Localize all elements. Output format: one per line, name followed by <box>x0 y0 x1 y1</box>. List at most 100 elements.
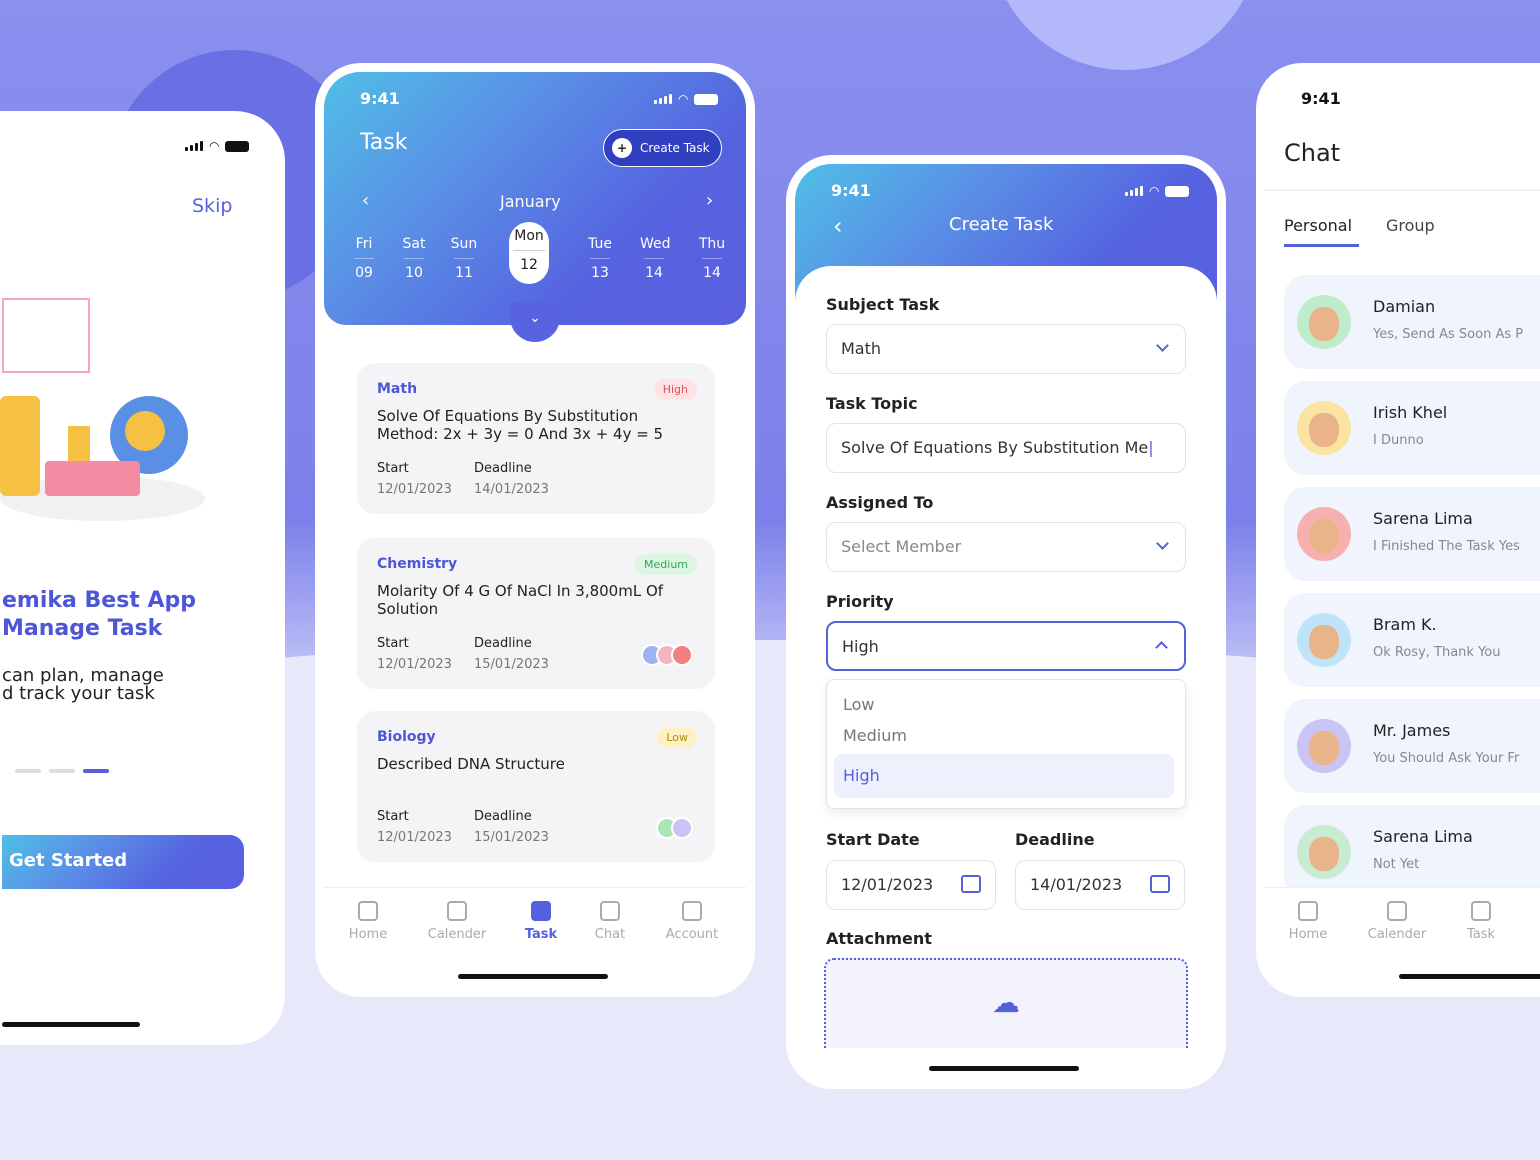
nav-label: Calender <box>427 927 487 942</box>
contact-name: Sarena Lima <box>1373 827 1473 846</box>
page-title: Chat <box>1284 139 1341 167</box>
input-value: 14/01/2023 <box>1030 875 1123 894</box>
chat-list-item[interactable]: Bram K. Ok Rosy, Thank You <box>1284 593 1540 687</box>
back-icon[interactable]: ‹ <box>833 212 843 240</box>
day-sep <box>644 258 664 259</box>
day-sep <box>513 250 545 251</box>
task-card[interactable]: Chemistry Medium Molarity Of 4 G Of NaCl… <box>357 538 715 689</box>
avatar <box>1297 295 1351 349</box>
chat-list-item[interactable]: Damian Yes, Send As Soon As P <box>1284 275 1540 369</box>
avatar <box>1297 719 1351 773</box>
option-medium[interactable]: Medium <box>843 726 907 745</box>
topic-input[interactable]: Solve Of Equations By Substitution Me| <box>826 423 1186 473</box>
chat-list-item[interactable]: Mr. James You Should Ask Your Fr <box>1284 699 1540 793</box>
calendar-icon[interactable] <box>1150 875 1170 893</box>
deadline-input[interactable]: 14/01/2023 <box>1015 860 1185 910</box>
task-subject: Chemistry <box>377 556 458 572</box>
day-thu[interactable]: Thu 14 <box>698 236 726 281</box>
day-fri[interactable]: Fri 09 <box>350 236 378 281</box>
create-task-button[interactable]: + Create Task <box>603 129 722 167</box>
task-subject: Math <box>377 381 418 397</box>
nav-task[interactable]: Task <box>1441 901 1521 942</box>
priority-badge: Medium <box>635 554 697 575</box>
nav-account[interactable]: Account <box>652 901 732 942</box>
cloud-upload-icon: ☁ <box>992 986 1020 1019</box>
task-icon <box>531 901 551 921</box>
nav-calender[interactable]: Calender <box>417 901 497 942</box>
day-name: Fri <box>355 236 373 252</box>
nav-home[interactable]: Home <box>328 901 408 942</box>
home-indicator <box>929 1066 1079 1071</box>
page-title: Task <box>360 130 408 155</box>
chevron-down-icon <box>1156 537 1169 550</box>
tab-personal[interactable]: Personal <box>1284 216 1352 235</box>
day-sat[interactable]: Sat 10 <box>400 236 428 281</box>
status-time: 9:41 <box>360 89 400 108</box>
day-mon[interactable]: Mon 12 <box>509 222 549 284</box>
day-name: Wed <box>640 236 671 252</box>
subject-select[interactable]: Math <box>826 324 1186 374</box>
status-time: 9:41 <box>1301 89 1341 108</box>
priority-select[interactable]: High <box>826 621 1186 671</box>
option-high[interactable]: High <box>834 754 1174 798</box>
nav-c[interactable]: C <box>1526 901 1540 942</box>
chat-list-item[interactable]: Irish Khel I Dunno <box>1284 381 1540 475</box>
nav-task[interactable]: Task <box>501 901 581 942</box>
day-sun[interactable]: Sun 11 <box>450 236 478 281</box>
nav-chat[interactable]: Chat <box>570 901 650 942</box>
headline-line: emika Best App <box>2 588 197 613</box>
deadline-label: Deadline <box>474 809 532 824</box>
day-number: 10 <box>405 265 423 281</box>
nav-home[interactable]: Home <box>1268 901 1348 942</box>
day-wed[interactable]: Wed 14 <box>640 236 671 281</box>
next-month-icon[interactable]: › <box>706 190 713 211</box>
chat-list-item[interactable]: Sarena Lima I Finished The Task Yes <box>1284 487 1540 581</box>
priority-dropdown: Low Medium High <box>826 679 1186 809</box>
deadline-label: Deadline <box>1015 830 1095 849</box>
plus-icon: + <box>612 138 632 158</box>
chat-list-item[interactable]: Sarena Lima Not Yet <box>1284 805 1540 899</box>
day-name: Sun <box>450 236 478 252</box>
home-indicator <box>1399 974 1540 979</box>
day-tue[interactable]: Tue 13 <box>586 236 614 281</box>
deadline-label: Deadline <box>474 461 532 476</box>
start-date: 12/01/2023 <box>377 830 452 845</box>
assignee-avatars <box>656 817 693 843</box>
onboarding-body: can plan, manage d track your task <box>2 667 164 703</box>
day-number: 11 <box>455 265 473 281</box>
nav-calender[interactable]: Calender <box>1357 901 1437 942</box>
day-number: 14 <box>703 265 721 281</box>
assigned-select[interactable]: Select Member <box>826 522 1186 572</box>
create-task-screen: 9:41 ◠ ‹ Create Task Subject Task Math T… <box>786 155 1226 1089</box>
option-low[interactable]: Low <box>843 695 875 714</box>
onboarding-screen: ◠ Skip emika Best App Manage Task can pl… <box>0 111 285 1045</box>
home-icon <box>1298 901 1318 921</box>
expand-notch[interactable]: ⌄ <box>510 302 560 342</box>
get-started-button[interactable]: Get Started <box>2 835 244 889</box>
nav-label: Account <box>665 927 719 942</box>
skip-link[interactable]: Skip <box>192 195 232 217</box>
background-circle <box>990 0 1260 70</box>
task-card[interactable]: Math High Solve Of Equations By Substitu… <box>357 363 715 514</box>
start-date-input[interactable]: 12/01/2023 <box>826 860 996 910</box>
task-card[interactable]: Biology Low Described DNA Structure Star… <box>357 711 715 862</box>
status-icons: ◠ <box>654 92 719 106</box>
calender-icon <box>447 901 467 921</box>
select-value: High <box>842 637 879 656</box>
calendar-icon[interactable] <box>961 875 981 893</box>
chevron-down-icon <box>1156 339 1169 352</box>
avatar <box>1297 825 1351 879</box>
topic-label: Task Topic <box>826 394 918 413</box>
deadline-date: 15/01/2023 <box>474 657 549 672</box>
tab-group[interactable]: Group <box>1386 216 1435 235</box>
status-icons: ◠ <box>1125 184 1190 198</box>
avatar <box>1297 613 1351 667</box>
attachment-dropzone[interactable]: ☁ <box>824 958 1188 1048</box>
nav-label: Home <box>1288 927 1328 942</box>
day-number: 09 <box>355 265 373 281</box>
contact-name: Damian <box>1373 297 1436 316</box>
input-value: 12/01/2023 <box>841 875 934 894</box>
last-message: I Finished The Task Yes <box>1373 539 1520 554</box>
chevron-up-icon <box>1155 641 1168 654</box>
prev-month-icon[interactable]: ‹ <box>362 190 369 211</box>
